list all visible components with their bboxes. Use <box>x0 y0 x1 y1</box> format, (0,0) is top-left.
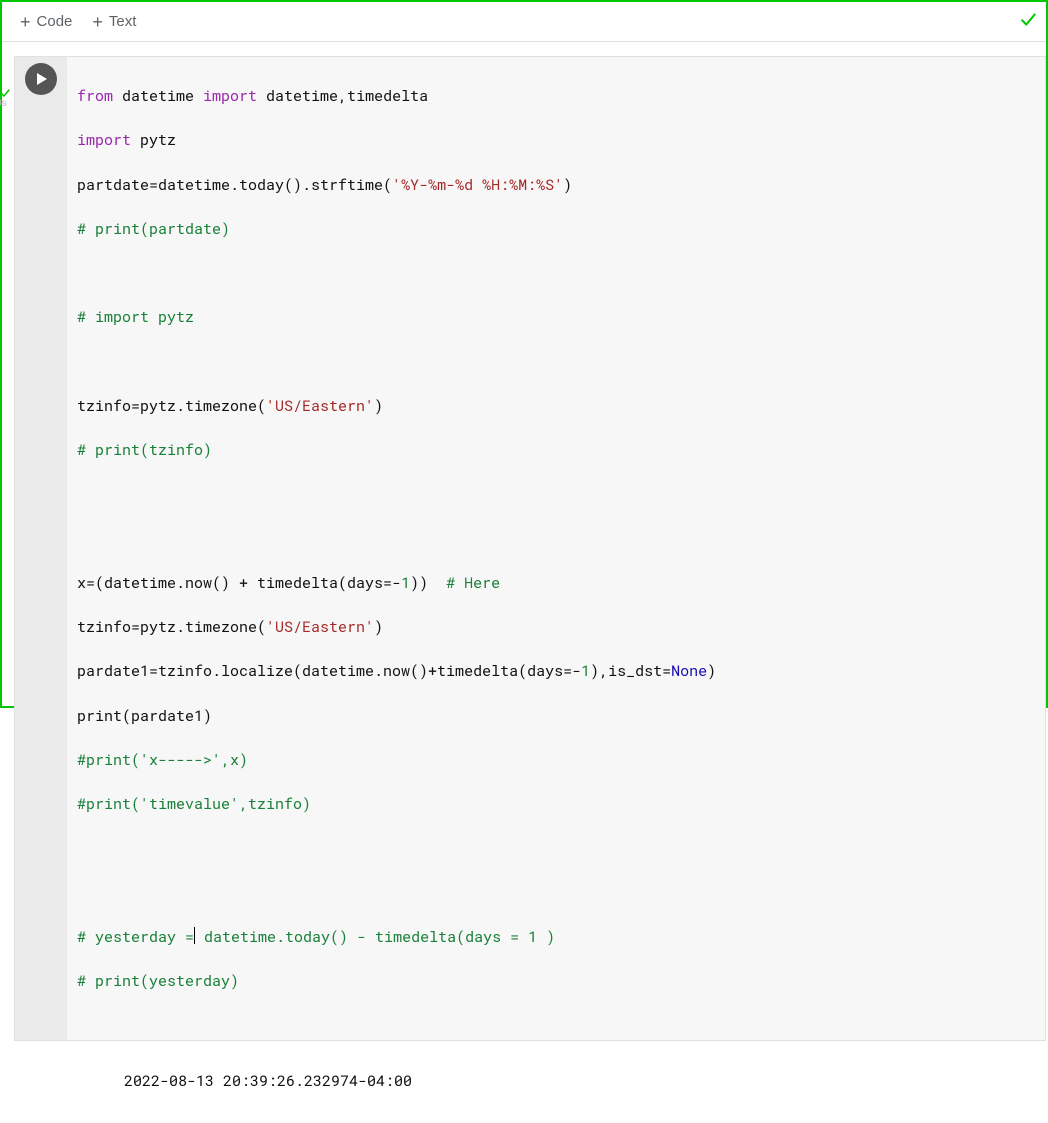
code-text: ) <box>707 661 716 681</box>
code-text: datetime,timedelta <box>257 86 428 106</box>
number: 1 <box>401 573 410 593</box>
comment: # print(yesterday) <box>77 971 239 991</box>
add-code-button[interactable]: + Code <box>10 9 82 35</box>
plus-icon: + <box>92 13 103 31</box>
cell-gutter <box>15 57 67 1040</box>
code-text: x=(datetime.now() + timedelta(days=- <box>77 573 401 593</box>
cell-output: 2022-08-13 20:39:26.232974-04:00 <box>78 1041 1046 1123</box>
code-text: partdate=datetime.today().strftime( <box>77 175 392 195</box>
kw-none: None <box>671 661 707 681</box>
code-text: tzinfo=pytz.timezone( <box>77 617 266 637</box>
comment: # yesterday = <box>77 927 194 947</box>
comment: #print('x----->',x) <box>77 750 248 770</box>
code-text: ) <box>374 617 383 637</box>
comment: datetime.today() - timedelta(days = 1 ) <box>195 927 555 947</box>
kw-import: import <box>203 86 257 106</box>
comment: # import pytz <box>77 307 194 327</box>
code-text: pytz <box>131 130 176 150</box>
string-literal: 'US/Eastern' <box>266 396 374 416</box>
output-line: 2022-08-13 20:39:26.232974-04:00 <box>124 1071 412 1091</box>
comment: # print(partdate) <box>77 219 230 239</box>
play-icon <box>37 73 47 85</box>
code-text: tzinfo=pytz.timezone( <box>77 396 266 416</box>
add-text-label: Text <box>109 13 137 30</box>
code-text: print(pardate1) <box>77 706 212 726</box>
kw-import: import <box>77 130 131 150</box>
kw-from: from <box>77 86 113 106</box>
cell-toolbar: + Code + Text <box>2 2 1046 42</box>
number: 1 <box>581 661 590 681</box>
add-code-label: Code <box>37 13 73 30</box>
code-text: datetime <box>113 86 203 106</box>
comment: # print(tzinfo) <box>77 440 212 460</box>
code-text: ),is_dst= <box>590 661 671 681</box>
code-text: pardate1=tzinfo.localize(datetime.now()+… <box>77 661 581 681</box>
status-check-icon <box>1018 9 1038 34</box>
code-text: ) <box>374 396 383 416</box>
add-text-button[interactable]: + Text <box>82 9 146 35</box>
code-cell: from datetime import datetime,timedelta … <box>14 56 1046 1041</box>
comment: # Here <box>446 573 500 593</box>
plus-icon: + <box>20 13 31 31</box>
code-text: ) <box>563 175 572 195</box>
string-literal: 'US/Eastern' <box>266 617 374 637</box>
string-literal: '%Y-%m-%d %H:%M:%S' <box>392 175 563 195</box>
comment: #print('timevalue',tzinfo) <box>77 794 311 814</box>
run-cell-button[interactable] <box>25 63 57 95</box>
execution-time: 0s <box>0 98 7 109</box>
code-text: )) <box>410 573 446 593</box>
code-editor[interactable]: from datetime import datetime,timedelta … <box>67 57 1045 1040</box>
